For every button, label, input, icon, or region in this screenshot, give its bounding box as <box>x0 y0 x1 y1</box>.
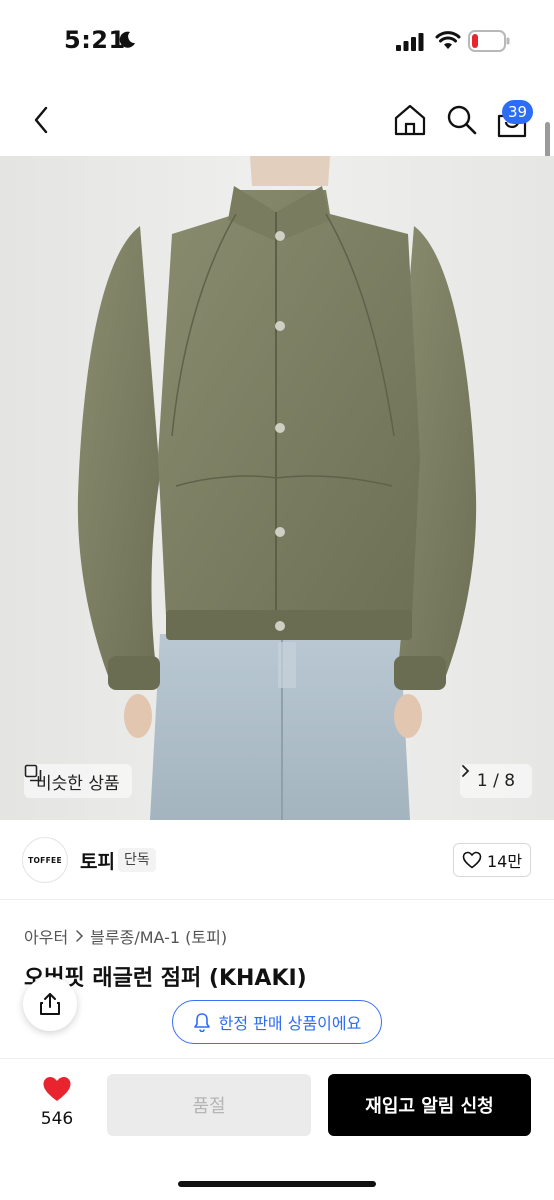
cart-count-badge: 39 <box>502 100 534 124</box>
limited-sale-label: 한정 판매 상품이에요 <box>218 1014 362 1033</box>
breadcrumb-item-outer[interactable]: 아우터 <box>24 924 68 948</box>
product-image-carousel[interactable]: 비슷한 상품 1 / 8 <box>0 156 554 820</box>
chevron-right-icon <box>76 930 84 942</box>
limited-sale-banner[interactable]: 한정 판매 상품이에요 <box>172 1000 382 1044</box>
product-photo <box>0 156 554 820</box>
heart-outline-icon <box>462 851 482 869</box>
bell-icon <box>193 1013 210 1032</box>
product-like-count: 546 <box>40 1109 74 1129</box>
sold-out-button: 품절 <box>107 1074 311 1136</box>
brand-like-count: 14만 <box>486 852 523 871</box>
wifi-icon <box>435 31 461 49</box>
back-arrow-icon[interactable] <box>26 100 62 140</box>
brand-logo-text: TOFFEE <box>28 855 62 865</box>
chevron-right-icon <box>462 765 470 777</box>
share-icon <box>40 993 60 1015</box>
share-button[interactable] <box>23 977 77 1031</box>
battery-low-icon <box>468 30 510 52</box>
image-page-indicator[interactable]: 1 / 8 <box>460 764 532 798</box>
home-icon[interactable] <box>390 100 430 140</box>
home-indicator[interactable] <box>178 1181 376 1187</box>
page-indicator-text: 1 / 8 <box>476 771 516 791</box>
brand-like-button[interactable]: 14만 <box>453 843 531 877</box>
brand-name[interactable]: 토피 <box>80 847 115 874</box>
breadcrumb: 아우터 블루종/MA-1 (토피) <box>24 924 227 948</box>
brand-logo[interactable]: TOFFEE <box>22 837 68 883</box>
heart-filled-icon <box>43 1077 71 1101</box>
product-like-button[interactable]: 546 <box>34 1075 80 1129</box>
cellular-signal-icon <box>396 33 424 51</box>
breadcrumb-item-category[interactable]: 블루종/MA-1 (토피) <box>90 924 227 948</box>
bottom-action-bar: 546 품절 재입고 알림 신청 <box>0 1058 554 1200</box>
brand-row[interactable]: TOFFEE 토피 단독 14만 <box>0 820 554 900</box>
similar-products-button[interactable]: 비슷한 상품 <box>24 764 132 798</box>
similar-products-label: 비슷한 상품 <box>36 773 120 794</box>
status-bar: 5:21 <box>0 0 554 84</box>
top-nav-bar: 39 <box>0 84 554 156</box>
search-icon[interactable] <box>442 100 482 140</box>
restock-alert-button[interactable]: 재입고 알림 신청 <box>328 1074 531 1136</box>
exclusive-badge: 단독 <box>118 848 156 872</box>
moon-icon <box>119 31 135 48</box>
copy-icon <box>24 764 42 782</box>
